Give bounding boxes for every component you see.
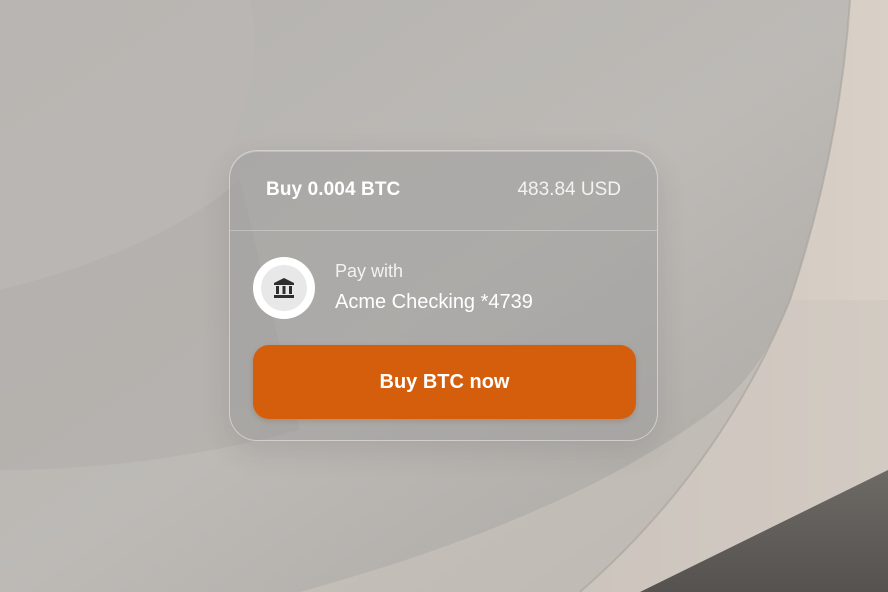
usd-amount: 483.84 USD: [517, 179, 621, 200]
purchase-card: Buy 0.004 BTC 483.84 USD Pay with Acme C…: [229, 150, 658, 441]
bank-badge: [253, 257, 315, 319]
pay-with-label: Pay with: [335, 261, 404, 281]
bank-icon: [274, 278, 294, 298]
order-title: Buy 0.004 BTC: [266, 179, 401, 200]
account-name: Acme Checking *4739: [335, 291, 533, 313]
buy-btc-button[interactable]: Buy BTC now: [253, 345, 636, 419]
order-summary-header: Buy 0.004 BTC 483.84 USD: [230, 151, 657, 231]
payment-method[interactable]: Pay with Acme Checking *4739: [253, 257, 633, 319]
desktop-background: Buy 0.004 BTC 483.84 USD Pay with Acme C…: [0, 0, 888, 592]
